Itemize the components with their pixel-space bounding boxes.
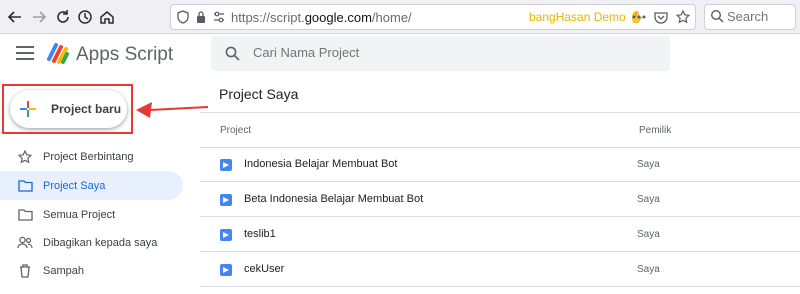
sidebar-item-label: Project Saya <box>43 179 106 192</box>
url-path: /home/ <box>371 10 412 25</box>
table-row[interactable]: cekUser Saya <box>200 253 800 287</box>
browser-toolbar: https://script.google.com/home/ bangHasa… <box>0 0 800 34</box>
star-icon <box>17 149 33 165</box>
more-icon[interactable] <box>631 9 647 25</box>
extension-label-text: bangHasan Demo <box>529 10 626 24</box>
annotation-highlight-box <box>2 84 133 134</box>
table-row[interactable]: Beta Indonesia Belajar Membuat Bot Saya <box>200 183 800 217</box>
search-icon <box>710 9 724 28</box>
sidebar-item-label: Sampah <box>43 264 84 277</box>
column-header-project[interactable]: Project <box>220 125 251 136</box>
sidebar-item-label: Project Berbintang <box>43 150 134 163</box>
apps-script-file-icon <box>220 194 232 206</box>
back-icon[interactable] <box>4 6 26 28</box>
project-owner: Saya <box>637 159 660 170</box>
folder-icon <box>17 207 33 223</box>
project-name[interactable]: cekUser <box>244 263 284 275</box>
url-prefix: https://script. <box>231 10 305 25</box>
browser-search-box[interactable] <box>704 4 796 30</box>
apps-script-file-icon <box>220 264 232 276</box>
apps-script-logo-icon <box>46 41 70 65</box>
history-icon[interactable] <box>74 6 96 28</box>
trash-icon <box>17 263 33 279</box>
sidebar-item-starred[interactable]: Project Berbintang <box>0 142 183 171</box>
apps-script-file-icon <box>220 229 232 241</box>
folder-icon <box>17 178 33 194</box>
forward-icon[interactable] <box>28 6 50 28</box>
home-icon[interactable] <box>96 6 118 28</box>
apps-script-file-icon <box>220 159 232 171</box>
people-icon <box>17 235 33 251</box>
reload-icon[interactable] <box>52 6 74 28</box>
sidebar-item-shared-with-me[interactable]: Dibagikan kepada saya <box>0 228 183 257</box>
project-name[interactable]: teslib1 <box>244 228 276 240</box>
sidebar-item-label: Semua Project <box>43 208 116 221</box>
permissions-icon[interactable] <box>211 9 227 25</box>
sidebar-item-all-projects[interactable]: Semua Project <box>0 200 183 229</box>
project-owner: Saya <box>637 194 660 205</box>
project-name[interactable]: Beta Indonesia Belajar Membuat Bot <box>244 193 423 205</box>
extension-label[interactable]: bangHasan Demo ✋ <box>529 10 644 24</box>
table-row[interactable]: Indonesia Belajar Membuat Bot Saya <box>200 148 800 182</box>
app-title: Apps Script <box>76 44 174 65</box>
bookmark-star-icon[interactable] <box>675 9 691 25</box>
page-title: Project Saya <box>219 86 299 102</box>
url-text: https://script.google.com/home/ <box>231 10 412 25</box>
lock-icon[interactable] <box>193 9 209 25</box>
project-owner: Saya <box>637 264 660 275</box>
browser-search-input[interactable] <box>727 9 793 24</box>
project-search-input[interactable] <box>253 45 653 60</box>
search-icon <box>225 46 240 66</box>
url-domain: google.com <box>304 10 372 25</box>
shield-icon[interactable] <box>175 9 191 25</box>
annotation-arrow-icon <box>136 102 209 118</box>
sidebar-item-my-projects[interactable]: Project Saya <box>0 171 183 200</box>
project-name[interactable]: Indonesia Belajar Membuat Bot <box>244 158 397 170</box>
list-header: Project Pemilik <box>200 112 800 148</box>
pocket-icon[interactable] <box>653 9 669 25</box>
main-menu-icon[interactable] <box>16 46 34 60</box>
project-search-box[interactable] <box>211 36 670 71</box>
sidebar-item-trash[interactable]: Sampah <box>0 256 183 285</box>
url-bar[interactable]: https://script.google.com/home/ bangHasa… <box>170 4 696 30</box>
sidebar-item-label: Dibagikan kepada saya <box>43 236 158 249</box>
column-header-owner[interactable]: Pemilik <box>639 125 671 136</box>
table-row[interactable]: teslib1 Saya <box>200 218 800 252</box>
project-owner: Saya <box>637 229 660 240</box>
